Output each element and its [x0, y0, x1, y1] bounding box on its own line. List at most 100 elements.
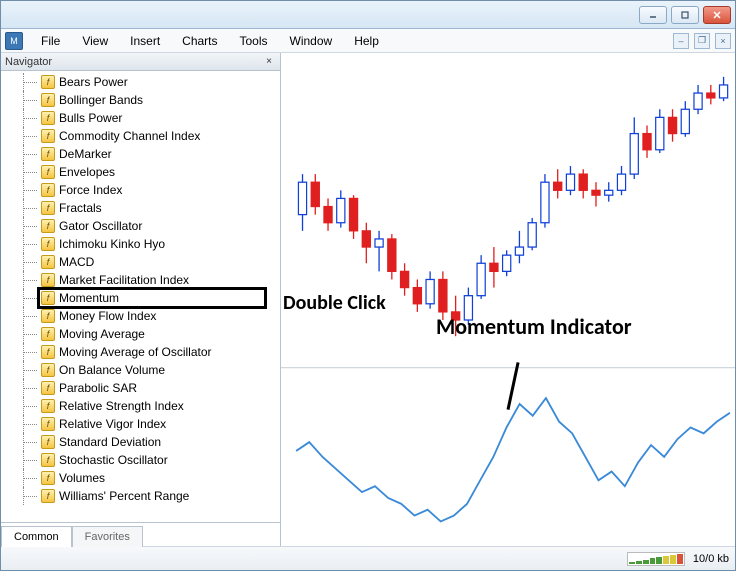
tree-item-on-balance-volume[interactable]: fOn Balance Volume — [1, 361, 280, 379]
menu-insert[interactable]: Insert — [120, 31, 170, 51]
function-icon: f — [41, 327, 55, 341]
navigator-tree[interactable]: fBears PowerfBollinger BandsfBulls Power… — [1, 71, 280, 522]
function-icon: f — [41, 111, 55, 125]
function-icon: f — [41, 345, 55, 359]
menubar: M File View Insert Charts Tools Window H… — [1, 29, 735, 53]
navigator-panel: Navigator × fBears PowerfBollinger Bands… — [1, 53, 281, 546]
titlebar — [1, 1, 735, 29]
tree-item-relative-strength-index[interactable]: f Relative Strength Index — [1, 397, 280, 415]
tree-item-momentum[interactable]: f Momentum — [1, 289, 280, 307]
tree-item-market-facilitation-index[interactable]: f Market Facilitation Index — [1, 271, 280, 289]
tree-item-moving-average-of-oscillator[interactable]: f Moving Average of Oscillator — [1, 343, 280, 361]
function-icon: f — [41, 363, 55, 377]
navigator-close-icon[interactable]: × — [262, 55, 276, 69]
tree-item-stochastic-oscillator[interactable]: f Stochastic Oscillator — [1, 451, 280, 469]
connection-meter-icon — [627, 552, 685, 566]
function-icon: f — [41, 93, 55, 107]
tree-item-standard-deviation[interactable]: f Standard Deviation — [1, 433, 280, 451]
navigator-tabs: Common Favorites — [1, 522, 280, 546]
tree-item-label: Envelopes — [59, 165, 115, 179]
tree-item-macd[interactable]: f MACD — [1, 253, 280, 271]
function-icon: f — [41, 147, 55, 161]
annotation-double-click: Double Click — [283, 291, 386, 315]
navigator-header: Navigator × — [1, 53, 280, 71]
mdi-restore-button[interactable]: ❐ — [694, 33, 710, 49]
tree-item-parabolic-sar[interactable]: f Parabolic SAR — [1, 379, 280, 397]
function-icon: f — [41, 255, 55, 269]
function-icon: f — [41, 201, 55, 215]
minimize-button[interactable] — [639, 6, 667, 24]
tree-item-moving-average[interactable]: f Moving Average — [1, 325, 280, 343]
function-icon: f — [41, 471, 55, 485]
tree-item-williams-percent-range[interactable]: f Williams' Percent Range — [1, 487, 280, 505]
tree-item-label: Commodity Channel Index — [59, 129, 200, 143]
menu-view[interactable]: View — [72, 31, 118, 51]
chart-panel: Double Click Momentum Indicator — [281, 53, 735, 546]
tab-common[interactable]: Common — [1, 526, 72, 547]
tree-item-label: Standard Deviation — [59, 435, 161, 449]
maximize-button[interactable] — [671, 6, 699, 24]
navigator-title: Navigator — [5, 56, 52, 68]
menu-charts[interactable]: Charts — [172, 31, 227, 51]
tree-item-label: Bulls Power — [59, 111, 122, 125]
tree-item-label: Parabolic SAR — [59, 381, 137, 395]
tree-item-label: Ichimoku Kinko Hyo — [59, 237, 165, 251]
tree-item-demarker[interactable]: f DeMarker — [1, 145, 280, 163]
tree-item-label: Fractals — [59, 201, 102, 215]
mdi-close-button[interactable]: × — [715, 33, 731, 49]
function-icon: f — [41, 309, 55, 323]
menu-window[interactable]: Window — [280, 31, 343, 51]
function-icon: f — [41, 381, 55, 395]
tree-item-label: Volumes — [59, 471, 105, 485]
app-icon: M — [5, 32, 23, 50]
function-icon: f — [41, 399, 55, 413]
tree-item-label: Market Facilitation Index — [59, 273, 189, 287]
tree-item-label: Money Flow Index — [59, 309, 156, 323]
tree-item-gator-oscillator[interactable]: f Gator Oscillator — [1, 217, 280, 235]
statusbar: 10/0 kb — [1, 546, 735, 570]
menu-file[interactable]: File — [31, 31, 70, 51]
app-window: M File View Insert Charts Tools Window H… — [0, 0, 736, 571]
function-icon: f — [41, 435, 55, 449]
tree-item-label: MACD — [59, 255, 94, 269]
tree-item-label: Moving Average of Oscillator — [59, 345, 212, 359]
function-icon: f — [41, 417, 55, 431]
tree-item-label: Williams' Percent Range — [59, 489, 189, 503]
tab-favorites[interactable]: Favorites — [72, 526, 143, 547]
tree-item-label: Moving Average — [59, 327, 145, 341]
menu-tools[interactable]: Tools — [230, 31, 278, 51]
status-traffic: 10/0 kb — [693, 553, 729, 565]
tree-item-volumes[interactable]: f Volumes — [1, 469, 280, 487]
tree-item-label: Momentum — [59, 291, 119, 305]
tree-item-label: Bears Power — [59, 75, 128, 89]
tree-item-bollinger-bands[interactable]: f Bollinger Bands — [1, 91, 280, 109]
tree-item-force-index[interactable]: fForce Index — [1, 181, 280, 199]
chart-area[interactable]: Double Click Momentum Indicator — [281, 53, 735, 546]
function-icon: f — [41, 291, 55, 305]
annotation-momentum-indicator: Momentum Indicator — [436, 313, 632, 340]
function-icon: f — [41, 273, 55, 287]
close-button[interactable] — [703, 6, 731, 24]
function-icon: f — [41, 183, 55, 197]
function-icon: f — [41, 489, 55, 503]
tree-item-relative-vigor-index[interactable]: fRelative Vigor Index — [1, 415, 280, 433]
function-icon: f — [41, 237, 55, 251]
tree-item-bulls-power[interactable]: f Bulls Power — [1, 109, 280, 127]
tree-item-label: Gator Oscillator — [59, 219, 142, 233]
tree-item-label: Relative Strength Index — [59, 399, 184, 413]
tree-item-label: DeMarker — [59, 147, 112, 161]
client-area: Navigator × fBears PowerfBollinger Bands… — [1, 53, 735, 546]
function-icon: f — [41, 219, 55, 233]
tree-item-label: Bollinger Bands — [59, 93, 143, 107]
tree-item-money-flow-index[interactable]: f Money Flow Index — [1, 307, 280, 325]
tree-item-fractals[interactable]: f Fractals — [1, 199, 280, 217]
function-icon: f — [41, 453, 55, 467]
function-icon: f — [41, 129, 55, 143]
tree-item-ichimoku-kinko-hyo[interactable]: f Ichimoku Kinko Hyo — [1, 235, 280, 253]
tree-item-envelopes[interactable]: fEnvelopes — [1, 163, 280, 181]
tree-item-bears-power[interactable]: fBears Power — [1, 73, 280, 91]
tree-item-commodity-channel-index[interactable]: f Commodity Channel Index — [1, 127, 280, 145]
tree-item-label: Stochastic Oscillator — [59, 453, 168, 467]
menu-help[interactable]: Help — [344, 31, 389, 51]
mdi-minimize-button[interactable]: – — [673, 33, 689, 49]
